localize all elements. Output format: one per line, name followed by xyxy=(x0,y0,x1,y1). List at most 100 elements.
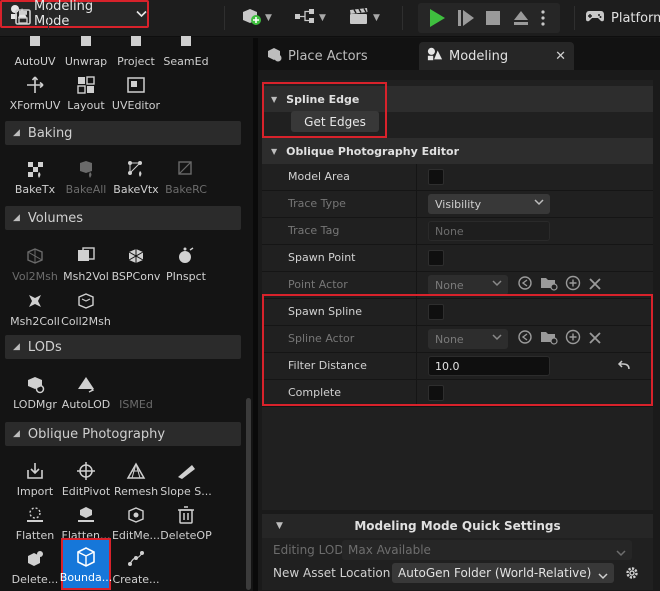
tool-bakevtx[interactable]: BakeVtx xyxy=(111,156,161,204)
add-cube-icon xyxy=(240,6,262,30)
tool-xformuv[interactable]: XFormUV xyxy=(10,72,60,120)
toolbar-divider xyxy=(574,6,575,30)
category-oblique-photography-editor[interactable]: ▼ Oblique Photography Editor xyxy=(262,138,653,164)
clear-icon[interactable] xyxy=(588,330,602,349)
coll2msh-icon xyxy=(75,290,97,312)
tool-ismed[interactable]: ISMEd xyxy=(111,371,161,419)
column-splitter xyxy=(416,299,417,325)
tool-msh2coll[interactable]: Msh2Coll xyxy=(10,288,60,336)
tab-place-actors[interactable]: Place Actors xyxy=(258,42,418,70)
add-content-button[interactable]: ▼ xyxy=(240,4,272,32)
blueprint-graph-icon xyxy=(294,7,316,29)
tool-lodmgr[interactable]: LODMgr xyxy=(10,371,60,419)
tool-layout[interactable]: Layout xyxy=(61,72,111,120)
tool-editmesh[interactable]: EditMe... xyxy=(111,502,161,550)
filter-distance-field[interactable]: 10.0 xyxy=(428,356,550,376)
tool-create[interactable]: Create... xyxy=(111,546,161,591)
close-tab-icon[interactable]: ✕ xyxy=(555,49,566,64)
section-header-lods[interactable]: ◢ LODs xyxy=(5,335,241,359)
tool-flatten[interactable]: Flatten xyxy=(10,502,60,550)
tool-seamed[interactable]: SeamEd xyxy=(161,28,211,76)
tab-modeling[interactable]: Modeling ✕ xyxy=(419,42,574,70)
quick-settings-header[interactable]: ▼ Modeling Mode Quick Settings xyxy=(262,514,653,538)
editing-lod-dropdown[interactable]: Max Available xyxy=(342,540,632,560)
spline-actor-dropdown[interactable]: None xyxy=(428,329,508,349)
property-label: Spawn Spline xyxy=(288,305,362,318)
tool-msh2vol[interactable]: Msh2Vol xyxy=(61,243,111,291)
tool-vol2msh[interactable]: Vol2Msh xyxy=(10,243,60,291)
tool-slope[interactable]: Slope S... xyxy=(160,458,212,506)
unwrap-icon xyxy=(75,30,97,52)
eject-icon[interactable] xyxy=(512,8,530,32)
cinematics-button[interactable]: ▼ xyxy=(348,4,380,32)
use-selected-icon[interactable] xyxy=(517,275,533,295)
section-header-baking[interactable]: ◢ Baking xyxy=(5,121,241,145)
project-icon xyxy=(125,30,147,52)
palette-scrollbar[interactable] xyxy=(246,398,251,590)
skip-forward-icon[interactable] xyxy=(457,8,475,32)
gear-icon[interactable] xyxy=(624,565,640,585)
get-edges-button[interactable]: Get Edges xyxy=(291,111,379,132)
tool-baketx[interactable]: BakeTx xyxy=(10,156,60,204)
point-actor-dropdown[interactable]: None xyxy=(428,275,508,295)
pinspect-icon xyxy=(175,245,197,267)
tool-boundary[interactable]: Bounda... xyxy=(60,538,112,590)
blueprint-button[interactable]: ▼ xyxy=(294,4,326,32)
stop-icon[interactable] xyxy=(484,8,502,32)
tool-import[interactable]: Import xyxy=(10,458,60,506)
tool-bspconv[interactable]: BSPConv xyxy=(111,243,161,291)
browse-folder-icon[interactable] xyxy=(540,329,558,349)
tool-uveditor[interactable]: UVEditor xyxy=(111,72,161,120)
tool-project[interactable]: Project xyxy=(111,28,161,76)
tool-unwrap[interactable]: Unwrap xyxy=(61,28,111,76)
tool-editpivot[interactable]: EditPivot xyxy=(61,458,111,506)
complete-checkbox[interactable] xyxy=(428,385,444,401)
spawn-point-checkbox[interactable] xyxy=(428,250,444,266)
tool-coll2msh[interactable]: Coll2Msh xyxy=(61,288,111,336)
property-label: Trace Tag xyxy=(288,224,340,237)
use-selected-icon[interactable] xyxy=(517,329,533,349)
platforms-button[interactable]: Platform xyxy=(585,8,660,28)
tool-label: BakeTx xyxy=(14,183,56,196)
trace-type-dropdown[interactable]: Visibility xyxy=(428,194,550,214)
browse-folder-icon[interactable] xyxy=(540,275,558,295)
add-icon[interactable] xyxy=(565,329,581,349)
model-area-checkbox[interactable] xyxy=(428,169,444,185)
tool-autolod[interactable]: AutoLOD xyxy=(61,371,111,419)
tool-delete[interactable]: Delete... xyxy=(10,546,60,591)
tool-remesh[interactable]: Remesh xyxy=(111,458,161,506)
chevron-down-icon: ▼ xyxy=(373,13,380,23)
tool-deleteop[interactable]: DeleteOP xyxy=(160,502,212,550)
layout-icon xyxy=(75,74,97,96)
tool-label: ISMEd xyxy=(119,398,153,411)
add-icon[interactable] xyxy=(565,275,581,295)
column-splitter xyxy=(416,326,417,352)
flatten-icon xyxy=(24,504,46,526)
property-row-spawn-point: Spawn Point xyxy=(262,245,653,272)
column-splitter xyxy=(416,272,417,298)
clear-icon[interactable] xyxy=(588,276,602,295)
bake-all-icon xyxy=(75,158,97,180)
spawn-spline-checkbox[interactable] xyxy=(428,304,444,320)
tool-bakerc[interactable]: BakeRC xyxy=(161,156,211,204)
more-options-icon[interactable] xyxy=(540,8,546,32)
tool-bakeall[interactable]: BakeAll xyxy=(61,156,111,204)
bspconv-icon xyxy=(125,245,147,267)
tool-autouv[interactable]: AutoUV xyxy=(10,28,60,76)
property-row-model-area: Model Area xyxy=(262,164,653,191)
new-asset-location-dropdown[interactable]: AutoGen Folder (World-Relative) xyxy=(392,563,614,583)
trace-tag-field[interactable]: None xyxy=(428,221,550,241)
section-header-oblique-photography[interactable]: ◢ Oblique Photography xyxy=(5,422,241,446)
reset-to-default-icon[interactable] xyxy=(617,358,631,377)
column-splitter xyxy=(416,164,417,190)
tab-label: Modeling xyxy=(449,48,509,64)
dropdown-value: Visibility xyxy=(435,197,482,211)
tool-pinspct[interactable]: PInspct xyxy=(161,243,211,291)
tool-label: Coll2Msh xyxy=(61,315,111,328)
play-icon[interactable] xyxy=(428,8,446,32)
dropdown-value: None xyxy=(435,332,464,346)
section-header-volumes[interactable]: ◢ Volumes xyxy=(5,206,241,230)
tool-label: Msh2Coll xyxy=(10,315,60,328)
category-spline-edge[interactable]: ▼ Spline Edge xyxy=(262,86,653,112)
bake-rc-icon xyxy=(175,158,197,180)
